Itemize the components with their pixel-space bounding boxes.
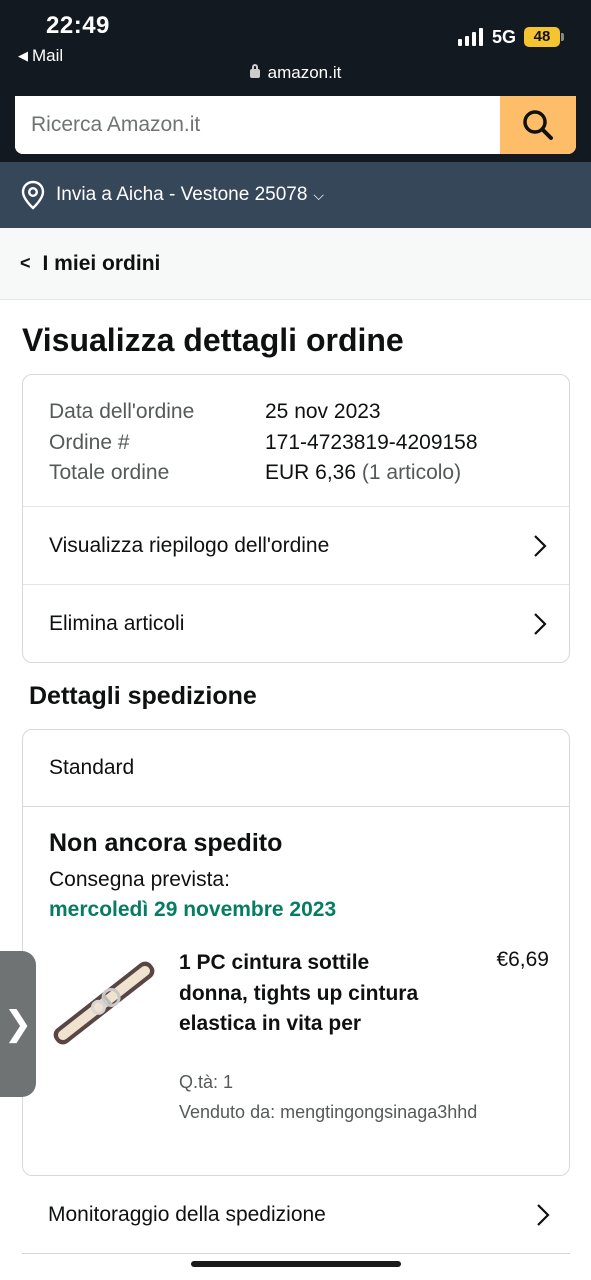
- mail-back-icon: ◀: [18, 48, 28, 63]
- shipping-section-title: Dettagli spedizione: [29, 682, 257, 710]
- lock-icon: [249, 64, 260, 78]
- expected-delivery-date: mercoledì 29 novembre 2023: [49, 898, 337, 921]
- home-indicator[interactable]: [191, 1261, 401, 1267]
- view-order-summary-link[interactable]: Visualizza riepilogo dell'ordine: [23, 507, 569, 585]
- product-quantity: Q.tà: 1: [179, 1072, 234, 1092]
- delivery-location-label: Invia a Aicha - Vestone 25078: [56, 184, 308, 205]
- order-date-value: 25 nov 2023: [265, 400, 381, 423]
- order-number-row: Ordine # 171-4723819-4209158: [49, 428, 543, 459]
- order-total-amount: EUR 6,36: [265, 461, 357, 484]
- order-item: 1 PC cintura sottile donna, tights up ci…: [49, 948, 549, 1148]
- status-time: 22:49: [46, 12, 110, 39]
- side-tab-handle[interactable]: ❯: [0, 951, 36, 1097]
- product-seller: Venduto da: mengtingongsinaga3hhd: [179, 1102, 478, 1122]
- search-input[interactable]: [15, 96, 500, 154]
- order-date-label: Data dell'ordine: [49, 400, 195, 423]
- order-total-label: Totale ordine: [49, 461, 170, 484]
- chevron-left-icon: <: [20, 253, 31, 273]
- location-pin-icon: [21, 180, 45, 210]
- product-title[interactable]: 1 PC cintura sottile donna, tights up ci…: [179, 948, 429, 1040]
- network-type: 5G: [492, 27, 517, 47]
- status-bar: 22:49 ◀ Mail 5G 48 amazon.it: [0, 0, 591, 96]
- url-bar[interactable]: amazon.it: [0, 63, 591, 83]
- order-number-label: Ordine #: [49, 430, 130, 454]
- order-info-card: Data dell'ordine 25 nov 2023 Ordine # 17…: [22, 374, 570, 663]
- order-total-value: EUR 6,36 (1 articolo): [265, 458, 461, 489]
- view-order-summary-label: Visualizza riepilogo dell'ordine: [49, 533, 330, 557]
- shipment-status: Non ancora spedito: [49, 829, 283, 857]
- page-title: Visualizza dettagli ordine: [22, 322, 404, 358]
- expected-delivery-label: Consegna prevista:: [49, 868, 230, 891]
- chevron-right-icon: [534, 534, 547, 557]
- battery-icon: 48: [524, 27, 560, 47]
- search-bar: [0, 96, 591, 162]
- delivery-location-bar[interactable]: Invia a Aicha - Vestone 25078 ⌵: [0, 162, 591, 228]
- shipment-body: Non ancora spedito Consegna prevista: me…: [23, 807, 569, 944]
- chevron-right-icon: [537, 1203, 550, 1226]
- product-image[interactable]: [49, 948, 159, 1058]
- battery-tip: [561, 33, 564, 41]
- delete-items-label: Elimina articoli: [49, 612, 185, 635]
- signal-icon: [458, 28, 483, 46]
- shipment-card: Standard Non ancora spedito Consegna pre…: [22, 729, 570, 1176]
- order-summary: Data dell'ordine 25 nov 2023 Ordine # 17…: [23, 375, 569, 507]
- order-total-items: (1 articolo): [361, 461, 462, 484]
- product-price: €6,69: [496, 948, 549, 971]
- search-icon: [523, 110, 553, 140]
- chevron-down-icon: ⌵: [313, 186, 325, 203]
- search-button[interactable]: [500, 96, 576, 154]
- track-shipment-link[interactable]: Monitoraggio della spedizione: [22, 1176, 570, 1254]
- order-total-row: Totale ordine EUR 6,36 (1 articolo): [49, 458, 543, 489]
- track-shipment-label: Monitoraggio della spedizione: [48, 1202, 326, 1226]
- side-tab-icon: ❯: [3, 1005, 33, 1043]
- shipping-method: Standard: [23, 730, 569, 807]
- url-text: amazon.it: [267, 63, 342, 82]
- breadcrumb-label: I miei ordini: [42, 251, 161, 275]
- delete-items-link[interactable]: Elimina articoli: [23, 585, 569, 662]
- search-box: [15, 96, 576, 154]
- breadcrumb[interactable]: < I miei ordini: [0, 228, 591, 300]
- order-date-row: Data dell'ordine 25 nov 2023: [49, 397, 543, 428]
- order-number-value: 171-4723819-4209158: [265, 430, 478, 454]
- chevron-right-icon: [534, 613, 547, 635]
